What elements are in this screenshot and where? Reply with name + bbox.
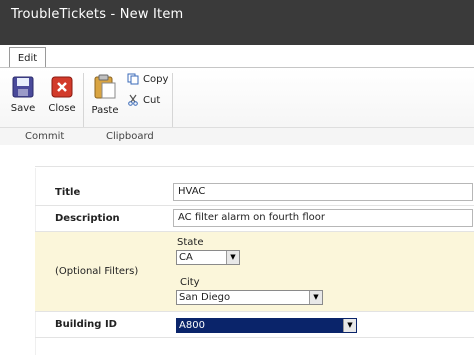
description-row: Description AC filter alarm on fourth fl… xyxy=(35,206,474,232)
scissors-icon xyxy=(128,94,138,106)
city-select[interactable]: San Diego ▼ xyxy=(176,290,323,305)
description-input[interactable]: AC filter alarm on fourth floor xyxy=(173,209,473,227)
group-commit-label: Commit xyxy=(25,131,65,142)
building-id-value: A800 xyxy=(179,320,205,331)
copy-icon xyxy=(127,73,139,85)
state-label: State xyxy=(177,237,204,248)
window-title: TroubleTickets - New Item xyxy=(11,7,184,22)
building-id-row: Building ID A800 ▼ xyxy=(35,312,474,338)
optional-filters-row: (Optional Filters) State CA ▼ City San D… xyxy=(35,232,474,312)
close-button[interactable]: Close xyxy=(46,76,78,114)
building-id-label: Building ID xyxy=(55,319,117,330)
chevron-down-icon[interactable]: ▼ xyxy=(343,319,356,332)
city-value: San Diego xyxy=(179,292,231,303)
close-label: Close xyxy=(48,103,76,114)
paste-label: Paste xyxy=(91,105,119,116)
chevron-down-icon[interactable]: ▼ xyxy=(226,251,239,264)
tab-edit[interactable]: Edit xyxy=(9,47,46,68)
save-label: Save xyxy=(10,103,36,114)
paste-icon xyxy=(94,74,116,99)
save-icon xyxy=(12,76,34,98)
group-clipboard-label: Clipboard xyxy=(106,131,154,142)
cut-label: Cut xyxy=(143,94,161,106)
close-icon xyxy=(51,76,73,98)
title-row: Title HVAC xyxy=(35,180,474,206)
paste-button[interactable]: Paste xyxy=(89,74,121,116)
copy-label: Copy xyxy=(143,73,169,85)
cut-button[interactable]: Cut xyxy=(127,94,160,106)
copy-button[interactable]: Copy xyxy=(127,73,168,85)
title-bar: TroubleTickets - New Item xyxy=(0,0,474,45)
state-select[interactable]: CA ▼ xyxy=(176,250,240,265)
description-label: Description xyxy=(55,213,120,224)
title-input[interactable]: HVAC xyxy=(173,183,473,201)
form-top-divider xyxy=(35,166,474,167)
optional-filters-label: (Optional Filters) xyxy=(55,266,139,277)
ribbon-group-bar: Commit Clipboard xyxy=(0,127,474,145)
save-button[interactable]: Save xyxy=(9,76,37,114)
city-label: City xyxy=(180,277,200,288)
state-value: CA xyxy=(179,252,193,263)
chevron-down-icon[interactable]: ▼ xyxy=(309,291,322,304)
building-id-select[interactable]: A800 ▼ xyxy=(176,318,357,333)
title-label: Title xyxy=(55,187,81,198)
